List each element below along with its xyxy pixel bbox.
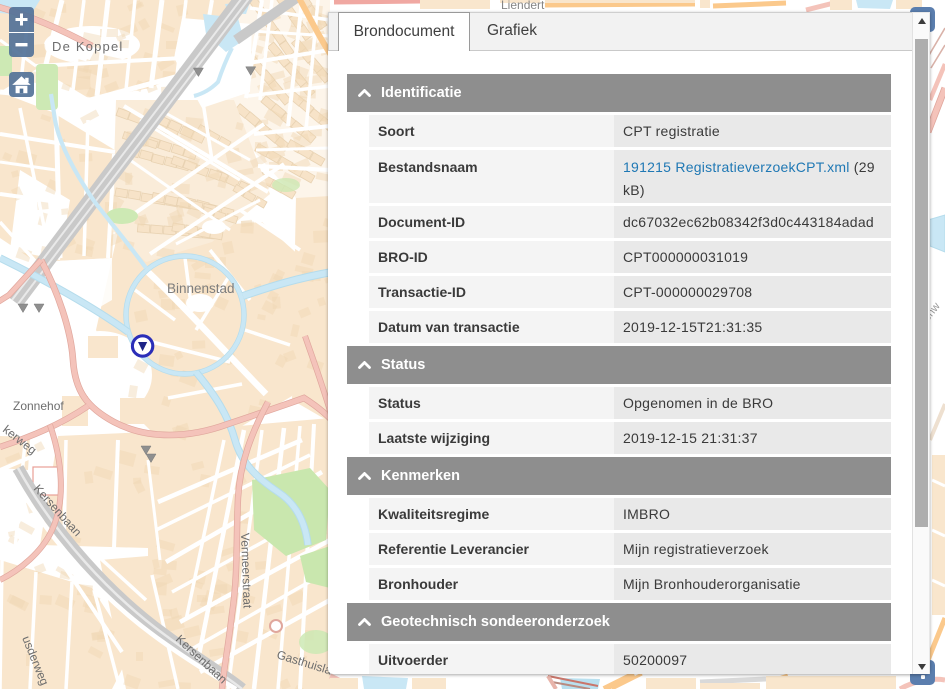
svg-text:Liendert: Liendert	[501, 0, 545, 12]
svg-text:Zonnehof: Zonnehof	[13, 399, 64, 413]
svg-text:Vermeerstraat: Vermeerstraat	[238, 533, 255, 609]
svg-text:Binnenstad: Binnenstad	[167, 281, 235, 296]
svg-text:De Koppel: De Koppel	[52, 39, 124, 54]
